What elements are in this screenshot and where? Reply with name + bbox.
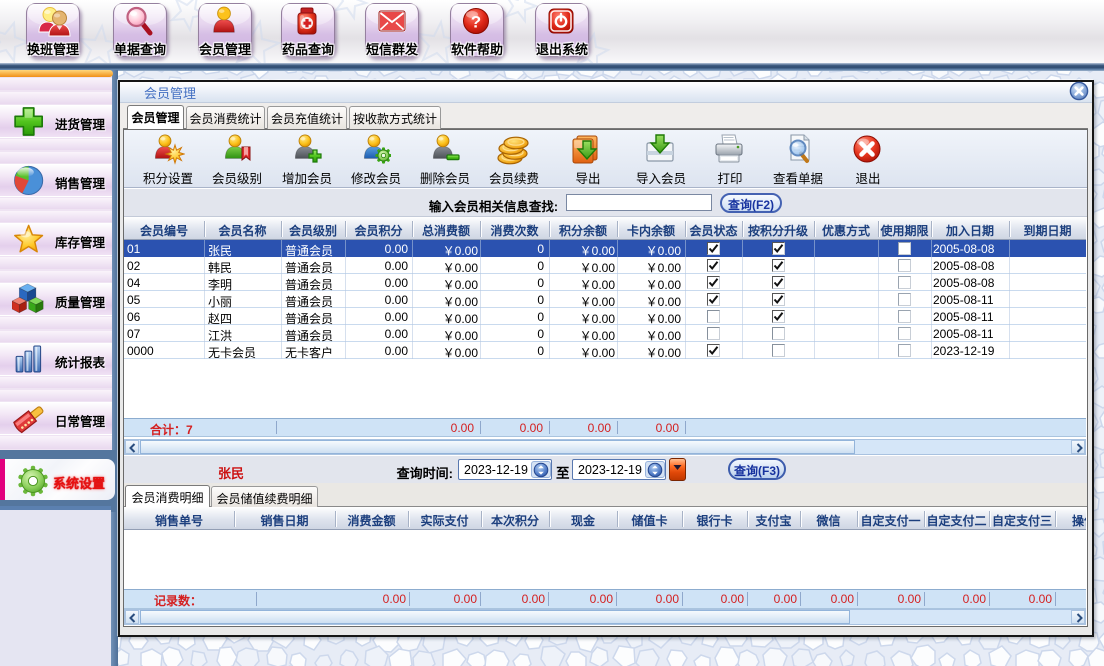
svg-text:?: ? (471, 13, 481, 32)
